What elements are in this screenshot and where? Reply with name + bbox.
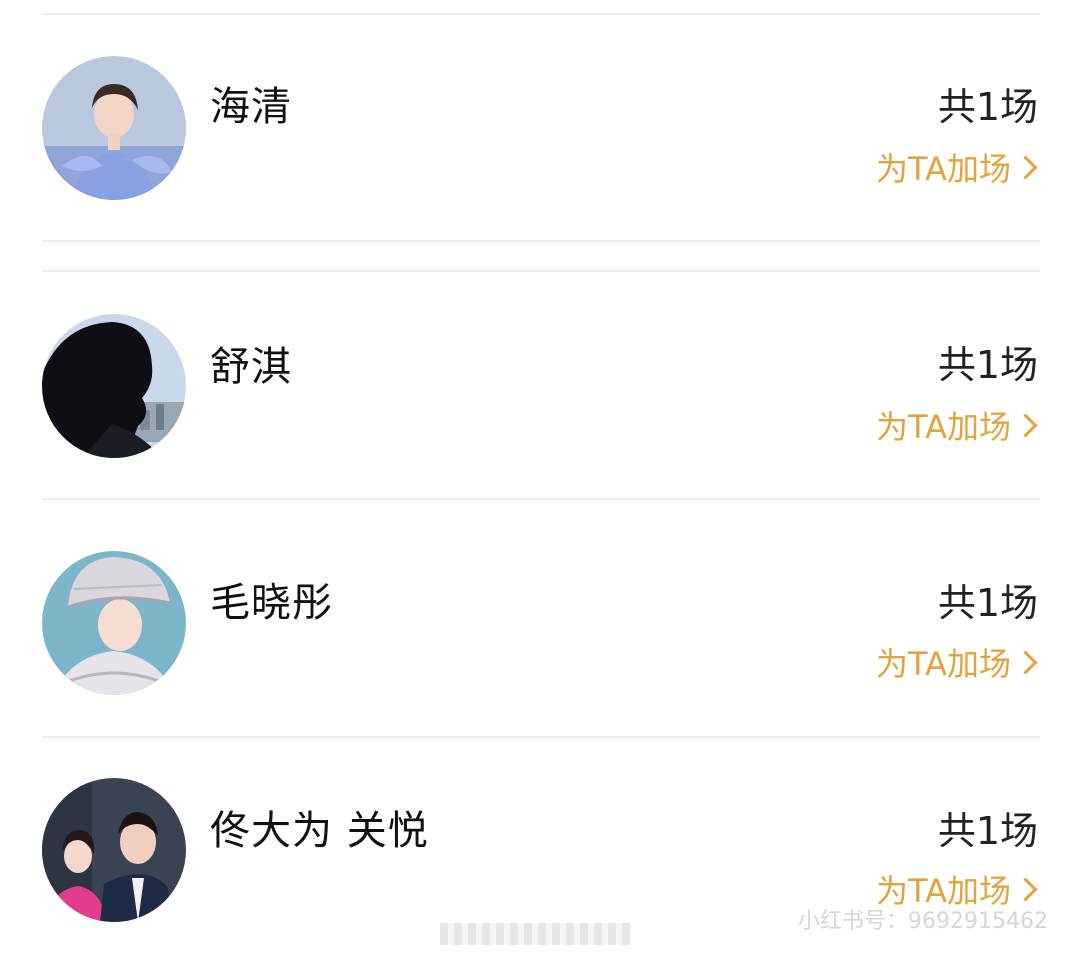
show-count: 共1场 <box>937 809 1038 853</box>
chevron-right-icon <box>1013 412 1038 438</box>
add-show-link[interactable]: 为TA加场 <box>876 402 1038 448</box>
chevron-right-icon <box>1013 154 1038 180</box>
home-indicator <box>440 923 630 945</box>
performer-name: 海清 <box>210 84 292 130</box>
add-show-label: 为TA加场 <box>876 408 1011 446</box>
performer-name: 舒淇 <box>210 344 292 390</box>
add-show-label: 为TA加场 <box>876 645 1011 683</box>
add-show-label: 为TA加场 <box>876 150 1011 188</box>
performer-name: 毛晓彤 <box>210 580 333 626</box>
show-count: 共1场 <box>937 85 1038 129</box>
divider-3 <box>42 736 1040 738</box>
avatar <box>42 314 186 458</box>
avatar <box>42 56 186 200</box>
avatar <box>42 778 186 922</box>
chevron-right-icon <box>1013 649 1038 675</box>
divider-top <box>42 13 1040 15</box>
watermark: 小红书号：9692915462 <box>798 909 1048 934</box>
chevron-right-icon <box>1013 876 1038 902</box>
divider-1a <box>42 240 1040 242</box>
divider-1b <box>42 270 1040 272</box>
performer-name: 佟大为 关悦 <box>210 808 429 854</box>
add-show-link[interactable]: 为TA加场 <box>876 639 1038 685</box>
avatar <box>42 551 186 695</box>
divider-2 <box>42 498 1040 500</box>
show-count: 共1场 <box>937 581 1038 625</box>
add-show-link[interactable]: 为TA加场 <box>876 144 1038 190</box>
show-count: 共1场 <box>937 343 1038 387</box>
